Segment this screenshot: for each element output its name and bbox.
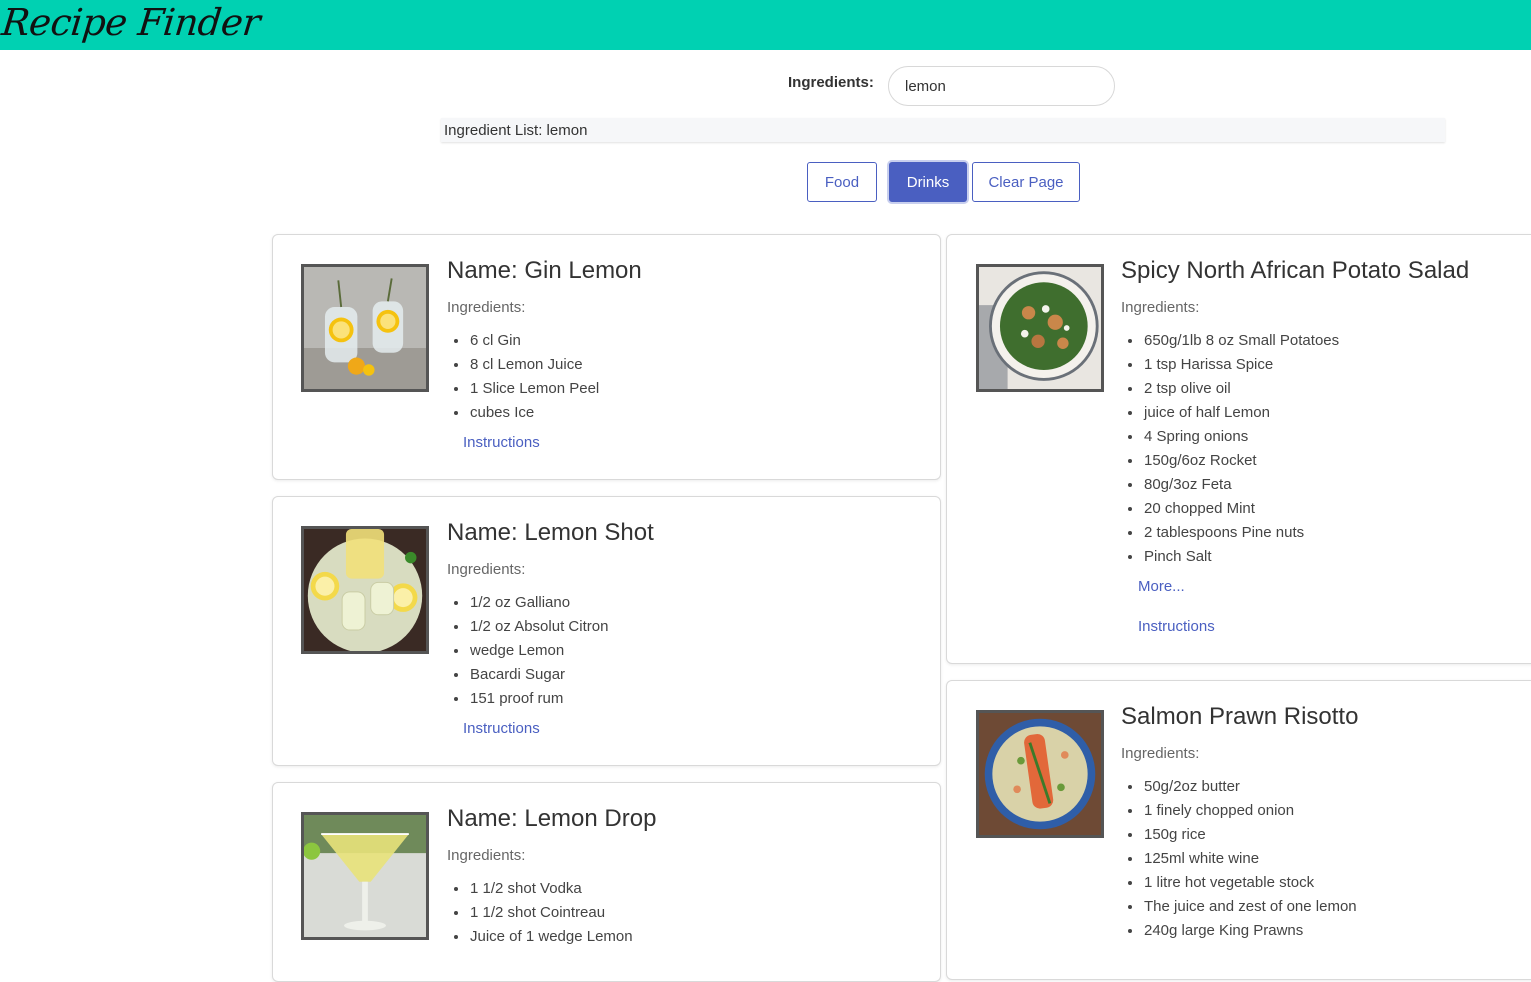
recipe-card: Spicy North African Potato Salad Ingredi… bbox=[946, 234, 1531, 664]
recipe-title: Name: Lemon Drop bbox=[447, 805, 657, 832]
recipe-card: Salmon Prawn Risotto Ingredients: 50g/2o… bbox=[946, 680, 1531, 980]
ingredient-item: 1 1/2 shot Cointreau bbox=[469, 901, 633, 925]
ingredient-item: 1/2 oz Galliano bbox=[469, 591, 608, 615]
app-title[interactable]: Recipe Finder bbox=[0, 1, 262, 44]
recipe-title: Spicy North African Potato Salad bbox=[1121, 257, 1470, 284]
ingredient-item: 150g/6oz Rocket bbox=[1143, 449, 1339, 473]
ingredient-item: 1 Slice Lemon Peel bbox=[469, 377, 599, 401]
ingredient-item: 20 chopped Mint bbox=[1143, 497, 1339, 521]
ingredient-item: Pinch Salt bbox=[1143, 545, 1339, 569]
ingredient-item: 2 tablespoons Pine nuts bbox=[1143, 521, 1339, 545]
food-button[interactable]: Food bbox=[807, 162, 877, 202]
recipe-card: Name: Gin Lemon Ingredients: 6 cl Gin 8 … bbox=[272, 234, 941, 480]
instructions-link[interactable]: Instructions bbox=[1138, 618, 1215, 635]
ingredient-item: 1 litre hot vegetable stock bbox=[1143, 871, 1357, 895]
instructions-link[interactable]: Instructions bbox=[463, 434, 540, 451]
ingredient-item: 6 cl Gin bbox=[469, 329, 599, 353]
recipe-title: Name: Lemon Shot bbox=[447, 519, 654, 546]
ingredients-heading: Ingredients: bbox=[1121, 299, 1200, 316]
more-link[interactable]: More... bbox=[1138, 578, 1185, 595]
ingredients-label: Ingredients: bbox=[788, 74, 874, 91]
recipe-card: Name: Lemon Shot Ingredients: 1/2 oz Gal… bbox=[272, 496, 941, 766]
ingredients-list: 1/2 oz Galliano 1/2 oz Absolut Citron we… bbox=[469, 591, 608, 711]
ingredients-input[interactable] bbox=[888, 66, 1115, 106]
ingredients-list: 6 cl Gin 8 cl Lemon Juice 1 Slice Lemon … bbox=[469, 329, 599, 425]
ingredient-item: 1 finely chopped onion bbox=[1143, 799, 1357, 823]
recipe-card: Name: Lemon Drop Ingredients: 1 1/2 shot… bbox=[272, 782, 941, 982]
ingredients-list: 650g/1lb 8 oz Small Potatoes 1 tsp Haris… bbox=[1143, 329, 1339, 569]
ingredient-item: 150g rice bbox=[1143, 823, 1357, 847]
recipe-title: Name: Gin Lemon bbox=[447, 257, 642, 284]
ingredient-item: 50g/2oz butter bbox=[1143, 775, 1357, 799]
ingredient-item: juice of half Lemon bbox=[1143, 401, 1339, 425]
ingredient-item: 2 tsp olive oil bbox=[1143, 377, 1339, 401]
recipe-image bbox=[976, 710, 1104, 838]
ingredients-heading: Ingredients: bbox=[1121, 745, 1200, 762]
ingredient-list: Ingredient List: lemon bbox=[441, 118, 1445, 142]
ingredient-item: 1 1/2 shot Vodka bbox=[469, 877, 633, 901]
top-navbar: Recipe Finder bbox=[0, 0, 1531, 50]
recipe-title: Salmon Prawn Risotto bbox=[1121, 703, 1359, 730]
ingredient-item: The juice and zest of one lemon bbox=[1143, 895, 1357, 919]
drinks-button[interactable]: Drinks bbox=[889, 162, 967, 202]
ingredient-item: 4 Spring onions bbox=[1143, 425, 1339, 449]
ingredient-item: Bacardi Sugar bbox=[469, 663, 608, 687]
recipe-image bbox=[301, 264, 429, 392]
ingredient-item: 1/2 oz Absolut Citron bbox=[469, 615, 608, 639]
ingredient-item: 125ml white wine bbox=[1143, 847, 1357, 871]
ingredients-heading: Ingredients: bbox=[447, 299, 526, 316]
ingredient-item: 8 cl Lemon Juice bbox=[469, 353, 599, 377]
recipe-image bbox=[301, 526, 429, 654]
ingredients-list: 50g/2oz butter 1 finely chopped onion 15… bbox=[1143, 775, 1357, 943]
ingredient-item: 151 proof rum bbox=[469, 687, 608, 711]
recipe-image bbox=[976, 264, 1104, 392]
ingredient-item: 650g/1lb 8 oz Small Potatoes bbox=[1143, 329, 1339, 353]
ingredient-item: 1 tsp Harissa Spice bbox=[1143, 353, 1339, 377]
ingredient-item: wedge Lemon bbox=[469, 639, 608, 663]
instructions-link[interactable]: Instructions bbox=[463, 720, 540, 737]
ingredient-item: 80g/3oz Feta bbox=[1143, 473, 1339, 497]
ingredient-item: 240g large King Prawns bbox=[1143, 919, 1357, 943]
recipe-image bbox=[301, 812, 429, 940]
ingredient-item: cubes Ice bbox=[469, 401, 599, 425]
ingredient-item: Juice of 1 wedge Lemon bbox=[469, 925, 633, 949]
ingredients-heading: Ingredients: bbox=[447, 561, 526, 578]
clear-page-button[interactable]: Clear Page bbox=[972, 162, 1080, 202]
ingredients-heading: Ingredients: bbox=[447, 847, 526, 864]
ingredients-list: 1 1/2 shot Vodka 1 1/2 shot Cointreau Ju… bbox=[469, 877, 633, 949]
